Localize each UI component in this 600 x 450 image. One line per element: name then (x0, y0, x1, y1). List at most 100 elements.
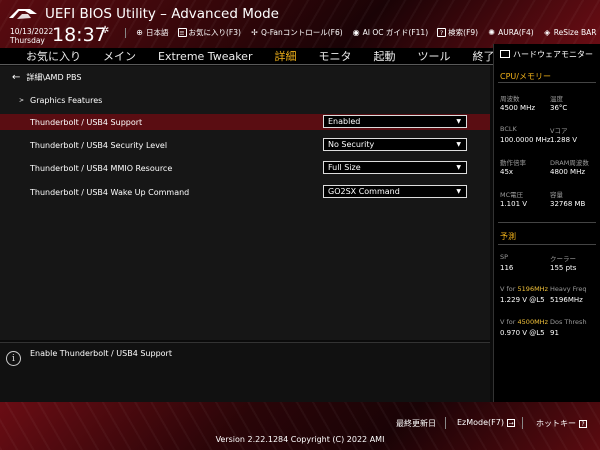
prediction-section-title: 予測 (500, 232, 516, 241)
hw-label: MC電圧 (500, 191, 524, 199)
footer-divider (445, 417, 446, 429)
hw-label-highlight: 5196MHz (517, 285, 548, 293)
ai-oc-label: AI OC ガイド(F11) (362, 28, 429, 37)
hw-label: Heavy Freq (550, 285, 587, 293)
globe-icon: ⊕ (136, 28, 143, 37)
chevron-down-icon: ▼ (456, 118, 461, 125)
toolbar-divider (125, 27, 126, 38)
menu-tab-0[interactable]: お気に入り (26, 48, 81, 64)
hw-label: V for 4500MHz (500, 318, 548, 326)
date-text: 10/13/2022 (10, 27, 54, 36)
hardware-monitor-title: ハードウェアモニター (500, 50, 598, 60)
hw-label-highlight: 4500MHz (517, 318, 548, 326)
hw-label-prefix: V for (500, 318, 518, 326)
dropdown-value: Full Size (328, 163, 361, 172)
help-icon: ? (579, 419, 587, 428)
main-menu: お気に入り メイン Extreme Tweaker 詳細 モニタ 起動 ツール 終了 (0, 48, 494, 65)
qfan-button[interactable]: ✢ Q-Fanコントロール(F6) (250, 27, 343, 38)
aura-button[interactable]: ✺ AURA(F4) (487, 28, 533, 37)
menu-tab-5[interactable]: 起動 (373, 48, 395, 64)
language-label: 日本語 (146, 28, 169, 37)
ezmode-button[interactable]: EzMode(F7) → (457, 418, 515, 427)
app-title: UEFI BIOS Utility – Advanced Mode (45, 6, 279, 22)
favorites-button[interactable]: ≡ お気に入り(F3) (177, 27, 241, 38)
hw-value: 1.229 V @L5 (500, 296, 545, 304)
menu-tab-7[interactable]: 終了 (472, 48, 494, 64)
hw-label: 温度 (550, 95, 563, 103)
breadcrumb-text: 詳細\AMD PBS (26, 73, 82, 82)
footer-divider (522, 417, 523, 429)
menu-tab-4[interactable]: モニタ (318, 48, 351, 64)
hw-label-prefix: V for (500, 285, 518, 293)
hw-value: 45x (500, 168, 514, 176)
search-button[interactable]: ? 検索(F9) (437, 27, 478, 38)
clock: 18:37 (52, 24, 107, 46)
section-divider (498, 244, 596, 245)
cpu-memory-section-title: CPU/メモリー (500, 72, 551, 81)
setting-row-security-level[interactable]: Thunderbolt / USB4 Security Level No Sec… (0, 137, 490, 153)
monitor-icon (500, 50, 510, 58)
resize-bar-button[interactable]: ◈ ReSize BAR (543, 28, 597, 37)
setting-row-usb4-support[interactable]: Thunderbolt / USB4 Support Enabled ▼ (0, 114, 490, 130)
mmio-resource-dropdown[interactable]: Full Size ▼ (323, 161, 467, 174)
hw-label: 動作倍率 (500, 159, 526, 167)
menu-tab-1[interactable]: メイン (103, 48, 136, 64)
dropdown-value: Enabled (328, 117, 361, 126)
back-arrow-icon[interactable]: ← (12, 72, 20, 83)
setting-label: Thunderbolt / USB4 Wake Up Command (30, 187, 190, 197)
gear-icon[interactable]: ✲ (101, 25, 109, 36)
footer-bar: 最終更新日 EzMode(F7) → ホットキー ? Version 2.22.… (0, 402, 600, 450)
menu-tab-3[interactable]: 詳細 (274, 48, 296, 64)
weekday-text: Thursday (10, 36, 45, 45)
hw-value: 36°C (550, 104, 568, 112)
hardware-monitor-title-text: ハードウェアモニター (513, 50, 593, 59)
hw-label: Vコア (550, 127, 568, 135)
hw-label: BCLK (500, 125, 517, 133)
resize-bar-label: ReSize BAR (553, 28, 597, 37)
setting-label: Thunderbolt / USB4 Security Level (30, 140, 168, 150)
date-display: 10/13/2022 Thursday (10, 27, 53, 45)
submenu-graphics-features[interactable]: > Graphics Features (19, 96, 102, 105)
title-bar: UEFI BIOS Utility – Advanced Mode 10/13/… (0, 0, 600, 48)
setting-label: Thunderbolt / USB4 Support (30, 117, 143, 127)
language-button[interactable]: ⊕ 日本語 (135, 27, 169, 38)
hw-value: 4800 MHz (550, 168, 586, 176)
menu-tab-6[interactable]: ツール (417, 48, 450, 64)
hw-value: 1.288 V (550, 136, 578, 144)
rog-logo (9, 9, 37, 19)
chevron-down-icon: ▼ (456, 141, 461, 148)
ai-oc-button[interactable]: ◉ AI OC ガイド(F11) (352, 27, 428, 38)
aura-icon: ✺ (488, 28, 495, 37)
help-text: Enable Thunderbolt / USB4 Support (30, 349, 172, 358)
wake-up-command-dropdown[interactable]: GO2SX Command ▼ (323, 185, 467, 198)
hw-label: 周波数 (500, 95, 520, 103)
last-modified-button[interactable]: 最終更新日 (396, 418, 436, 429)
hw-value: 4500 MHz (500, 104, 536, 112)
hw-value: 116 (500, 264, 514, 272)
hw-label: SP (500, 253, 509, 261)
exit-icon: → (506, 418, 515, 427)
hw-value: 91 (550, 329, 559, 337)
hotkeys-button[interactable]: ホットキー ? (536, 418, 587, 429)
security-level-dropdown[interactable]: No Security ▼ (323, 138, 467, 151)
settings-panel: ← 詳細\AMD PBS > Graphics Features Thunder… (0, 66, 490, 340)
dropdown-value: GO2SX Command (328, 187, 400, 196)
info-icon: i (6, 351, 21, 366)
setting-row-wake-up-command[interactable]: Thunderbolt / USB4 Wake Up Command GO2SX… (0, 184, 490, 200)
section-divider (498, 222, 596, 223)
submenu-label: Graphics Features (30, 96, 103, 105)
hw-label: V for 5196MHz (500, 285, 548, 293)
hw-label: Dos Thresh (550, 318, 587, 326)
hw-value: 1.101 V (500, 200, 528, 208)
hotkeys-label: ホットキー (536, 419, 576, 428)
menu-tab-2[interactable]: Extreme Tweaker (158, 50, 252, 63)
setting-row-mmio-resource[interactable]: Thunderbolt / USB4 MMIO Resource Full Si… (0, 160, 490, 176)
help-icon: ? (437, 28, 447, 37)
setting-label: Thunderbolt / USB4 MMIO Resource (30, 163, 173, 173)
help-panel: i Enable Thunderbolt / USB4 Support (0, 342, 490, 402)
usb4-support-dropdown[interactable]: Enabled ▼ (323, 115, 467, 128)
hw-value: 100.0000 MHz (500, 136, 551, 144)
chevron-right-icon: > (19, 97, 25, 104)
breadcrumb[interactable]: ← 詳細\AMD PBS (12, 72, 81, 83)
ai-oc-icon: ◉ (352, 28, 360, 37)
